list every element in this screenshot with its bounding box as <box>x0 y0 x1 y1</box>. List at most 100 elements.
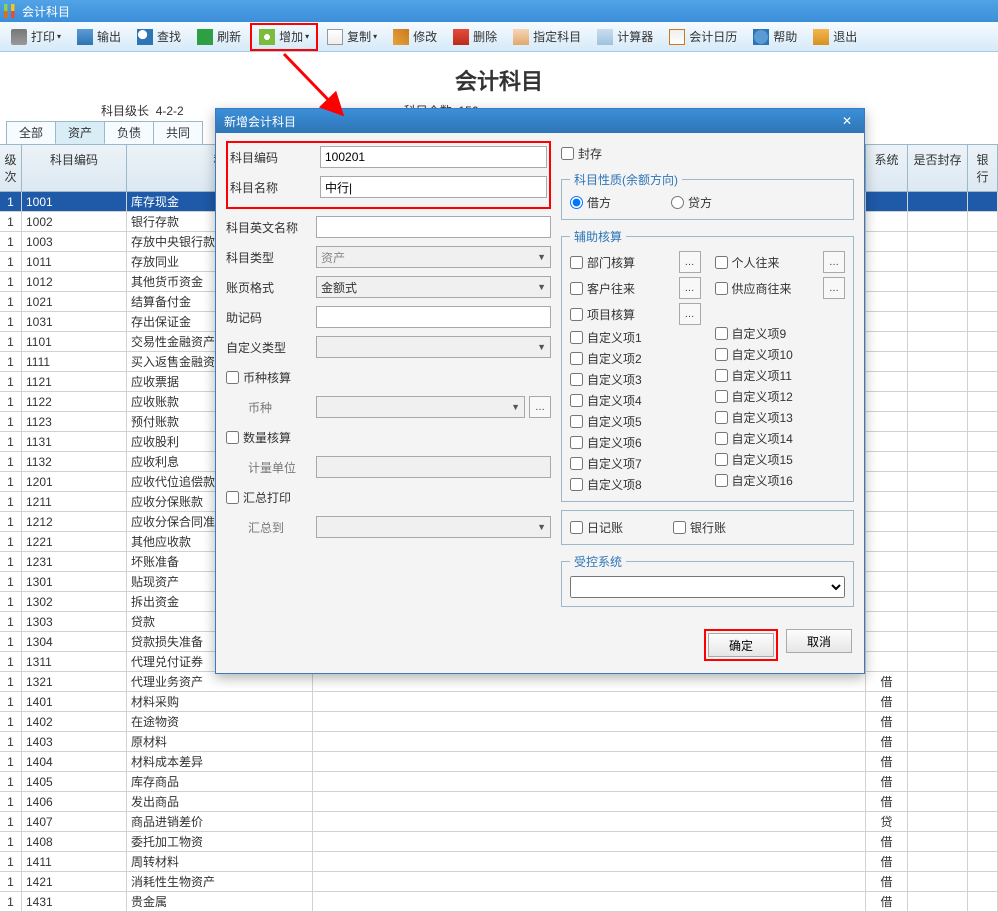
mnemonic-label: 助记码 <box>226 309 316 326</box>
print-icon <box>11 29 27 45</box>
table-row[interactable]: 11431贵金属借 <box>0 892 998 912</box>
aux-item[interactable]: 自定义项6 <box>570 434 701 451</box>
aux-item[interactable]: 自定义项5 <box>570 413 701 430</box>
delete-button[interactable]: 删除 <box>446 25 504 49</box>
bank-check[interactable]: 银行账 <box>673 519 726 536</box>
add-button[interactable]: 增加▾ <box>252 25 316 49</box>
close-icon[interactable]: ✕ <box>838 112 856 130</box>
name-input[interactable] <box>320 176 547 198</box>
currency-acct-check[interactable] <box>226 371 239 384</box>
tab-2[interactable]: 负债 <box>104 121 154 144</box>
table-row[interactable]: 11404材料成本差异借 <box>0 752 998 772</box>
aux-item[interactable]: 个人往来… <box>715 251 846 273</box>
sumto-select[interactable]: ▼ <box>316 516 551 538</box>
type-select[interactable]: 资产▼ <box>316 246 551 268</box>
aux-browse[interactable]: … <box>823 251 845 273</box>
customtype-label: 自定义类型 <box>226 339 316 356</box>
credit-radio[interactable]: 贷方 <box>671 194 712 211</box>
qty-acct-label: 数量核算 <box>243 429 291 446</box>
exit-button[interactable]: 退出 <box>806 25 864 49</box>
refresh-button[interactable]: 刷新 <box>190 25 248 49</box>
aux-item[interactable]: 自定义项4 <box>570 392 701 409</box>
enname-input[interactable] <box>316 216 551 238</box>
tab-1[interactable]: 资产 <box>55 121 105 144</box>
col-level[interactable]: 级次 <box>0 145 22 191</box>
aux-item[interactable]: 自定义项8 <box>570 476 701 493</box>
qty-acct-check[interactable] <box>226 431 239 444</box>
copy-button[interactable]: 复制▾ <box>320 25 384 49</box>
currency-select[interactable]: ▼ <box>316 396 525 418</box>
find-icon <box>137 29 153 45</box>
dialog-title: 新增会计科目 <box>224 113 296 130</box>
calculator-icon <box>597 29 613 45</box>
chevron-down-icon: ▾ <box>373 32 377 41</box>
aux-browse[interactable]: … <box>823 277 845 299</box>
edit-button[interactable]: 修改 <box>386 25 444 49</box>
table-row[interactable]: 11411周转材料借 <box>0 852 998 872</box>
help-icon <box>753 29 769 45</box>
table-row[interactable]: 11405库存商品借 <box>0 772 998 792</box>
sumprint-check[interactable] <box>226 491 239 504</box>
aux-item[interactable]: 自定义项14 <box>715 430 846 447</box>
col-code[interactable]: 科目编码 <box>22 145 127 191</box>
aux-item[interactable]: 部门核算… <box>570 251 701 273</box>
ctrlsys-fieldset: 受控系统 <box>561 553 854 607</box>
aux-item[interactable]: 自定义项1 <box>570 329 701 346</box>
journal-check[interactable]: 日记账 <box>570 519 623 536</box>
cancel-button[interactable]: 取消 <box>786 629 852 653</box>
aux-item[interactable]: 自定义项9 <box>715 325 846 342</box>
code-input[interactable] <box>320 146 547 168</box>
specify-button[interactable]: 指定科目 <box>506 25 588 49</box>
specify-icon <box>513 29 529 45</box>
aux-item[interactable]: 项目核算… <box>570 303 701 325</box>
dialog-titlebar[interactable]: 新增会计科目 ✕ <box>216 109 864 133</box>
aux-item[interactable]: 自定义项12 <box>715 388 846 405</box>
aux-item[interactable]: 供应商往来… <box>715 277 846 299</box>
aux-browse[interactable]: … <box>679 251 701 273</box>
table-row[interactable]: 11401材料采购借 <box>0 692 998 712</box>
col-bank[interactable]: 银行 <box>968 145 998 191</box>
calendar-button[interactable]: 会计日历 <box>662 25 744 49</box>
table-row[interactable]: 11403原材料借 <box>0 732 998 752</box>
aux-browse[interactable]: … <box>679 277 701 299</box>
ctrlsys-select[interactable] <box>570 576 845 598</box>
aux-item[interactable]: 自定义项2 <box>570 350 701 367</box>
unit-input[interactable] <box>316 456 551 478</box>
debit-radio[interactable]: 借方 <box>570 194 611 211</box>
customtype-select[interactable]: ▼ <box>316 336 551 358</box>
currency-browse[interactable]: … <box>529 396 551 418</box>
table-row[interactable]: 11408委托加工物资借 <box>0 832 998 852</box>
table-row[interactable]: 11402在途物资借 <box>0 712 998 732</box>
tab-3[interactable]: 共同 <box>153 121 203 144</box>
seal-check[interactable] <box>561 147 574 160</box>
aux-item[interactable]: 自定义项10 <box>715 346 846 363</box>
export-button[interactable]: 输出 <box>70 25 128 49</box>
aux-item[interactable]: 自定义项7 <box>570 455 701 472</box>
help-button[interactable]: 帮助 <box>746 25 804 49</box>
col-sys[interactable]: 系统 <box>866 145 908 191</box>
aux-item[interactable]: 客户往来… <box>570 277 701 299</box>
ok-button[interactable]: 确定 <box>708 633 774 657</box>
mnemonic-input[interactable] <box>316 306 551 328</box>
table-row[interactable]: 11421消耗性生物资产借 <box>0 872 998 892</box>
calculator-button[interactable]: 计算器 <box>590 25 660 49</box>
ctrlsys-legend: 受控系统 <box>570 553 626 570</box>
aux-item[interactable] <box>715 303 846 321</box>
table-row[interactable]: 11321代理业务资产借 <box>0 672 998 692</box>
tab-0[interactable]: 全部 <box>6 121 56 144</box>
aux-item[interactable]: 自定义项16 <box>715 472 846 489</box>
col-seal[interactable]: 是否封存 <box>908 145 968 191</box>
table-row[interactable]: 11407商品进销差价贷 <box>0 812 998 832</box>
nature-fieldset: 科目性质(余额方向) 借方 贷方 <box>561 171 854 220</box>
enname-label: 科目英文名称 <box>226 219 316 236</box>
aux-item[interactable]: 自定义项15 <box>715 451 846 468</box>
find-button[interactable]: 查找 <box>130 25 188 49</box>
print-button[interactable]: 打印▾ <box>4 25 68 49</box>
aux-browse[interactable]: … <box>679 303 701 325</box>
aux-item[interactable]: 自定义项3 <box>570 371 701 388</box>
chevron-down-icon: ▼ <box>537 282 546 292</box>
table-row[interactable]: 11406发出商品借 <box>0 792 998 812</box>
aux-item[interactable]: 自定义项13 <box>715 409 846 426</box>
aux-item[interactable]: 自定义项11 <box>715 367 846 384</box>
pagefmt-select[interactable]: 金额式▼ <box>316 276 551 298</box>
